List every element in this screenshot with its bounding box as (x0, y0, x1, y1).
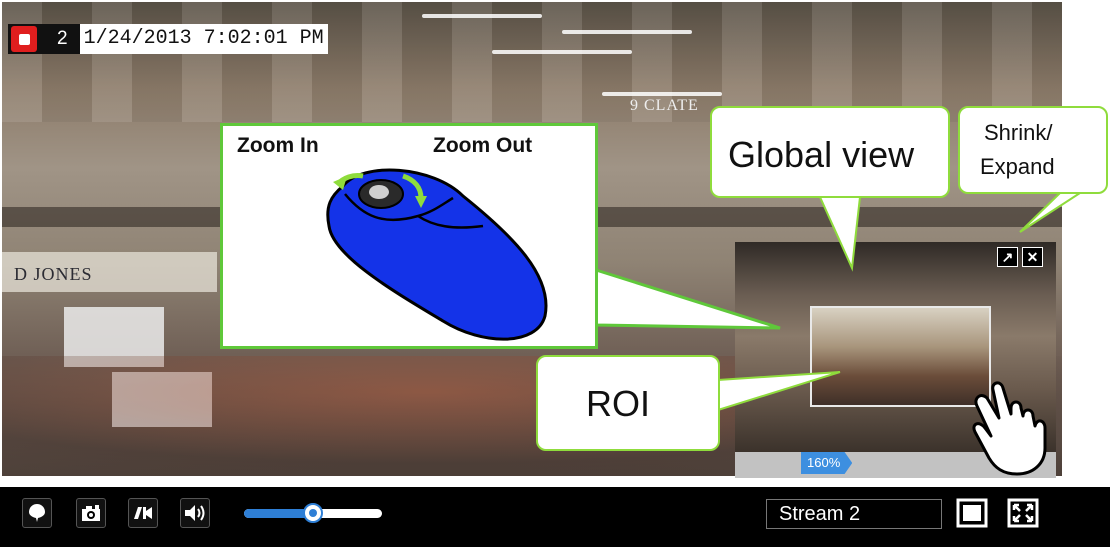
shrink-label: Shrink/ (984, 120, 1053, 145)
video-toolbar: Stream 2 (0, 487, 1110, 547)
expand-label: Expand (980, 154, 1055, 179)
shrink-expand-callout: Shrink/ Expand (958, 106, 1108, 194)
fit-screen-icon[interactable] (955, 497, 989, 529)
pause-play-icon[interactable] (128, 498, 158, 528)
global-view-callout: Global view (710, 106, 950, 198)
roi-label: ROI (586, 383, 651, 424)
volume-slider-knob[interactable] (303, 503, 323, 523)
fullscreen-icon[interactable] (1006, 497, 1040, 529)
pin-icon[interactable] (22, 498, 52, 528)
mouse-icon (326, 168, 548, 341)
zoom-out-label: Zoom Out (433, 134, 533, 157)
stream-select[interactable]: Stream 2 (766, 499, 942, 529)
roi-callout: ROI (536, 355, 720, 451)
volume-slider[interactable] (244, 503, 382, 523)
zoom-in-label: Zoom In (237, 134, 319, 157)
snapshot-camera-icon[interactable] (76, 498, 106, 528)
volume-icon[interactable] (180, 498, 210, 528)
global-view-label: Global view (728, 134, 915, 175)
mouse-zoom-callout: Zoom In Zoom Out (220, 123, 598, 349)
